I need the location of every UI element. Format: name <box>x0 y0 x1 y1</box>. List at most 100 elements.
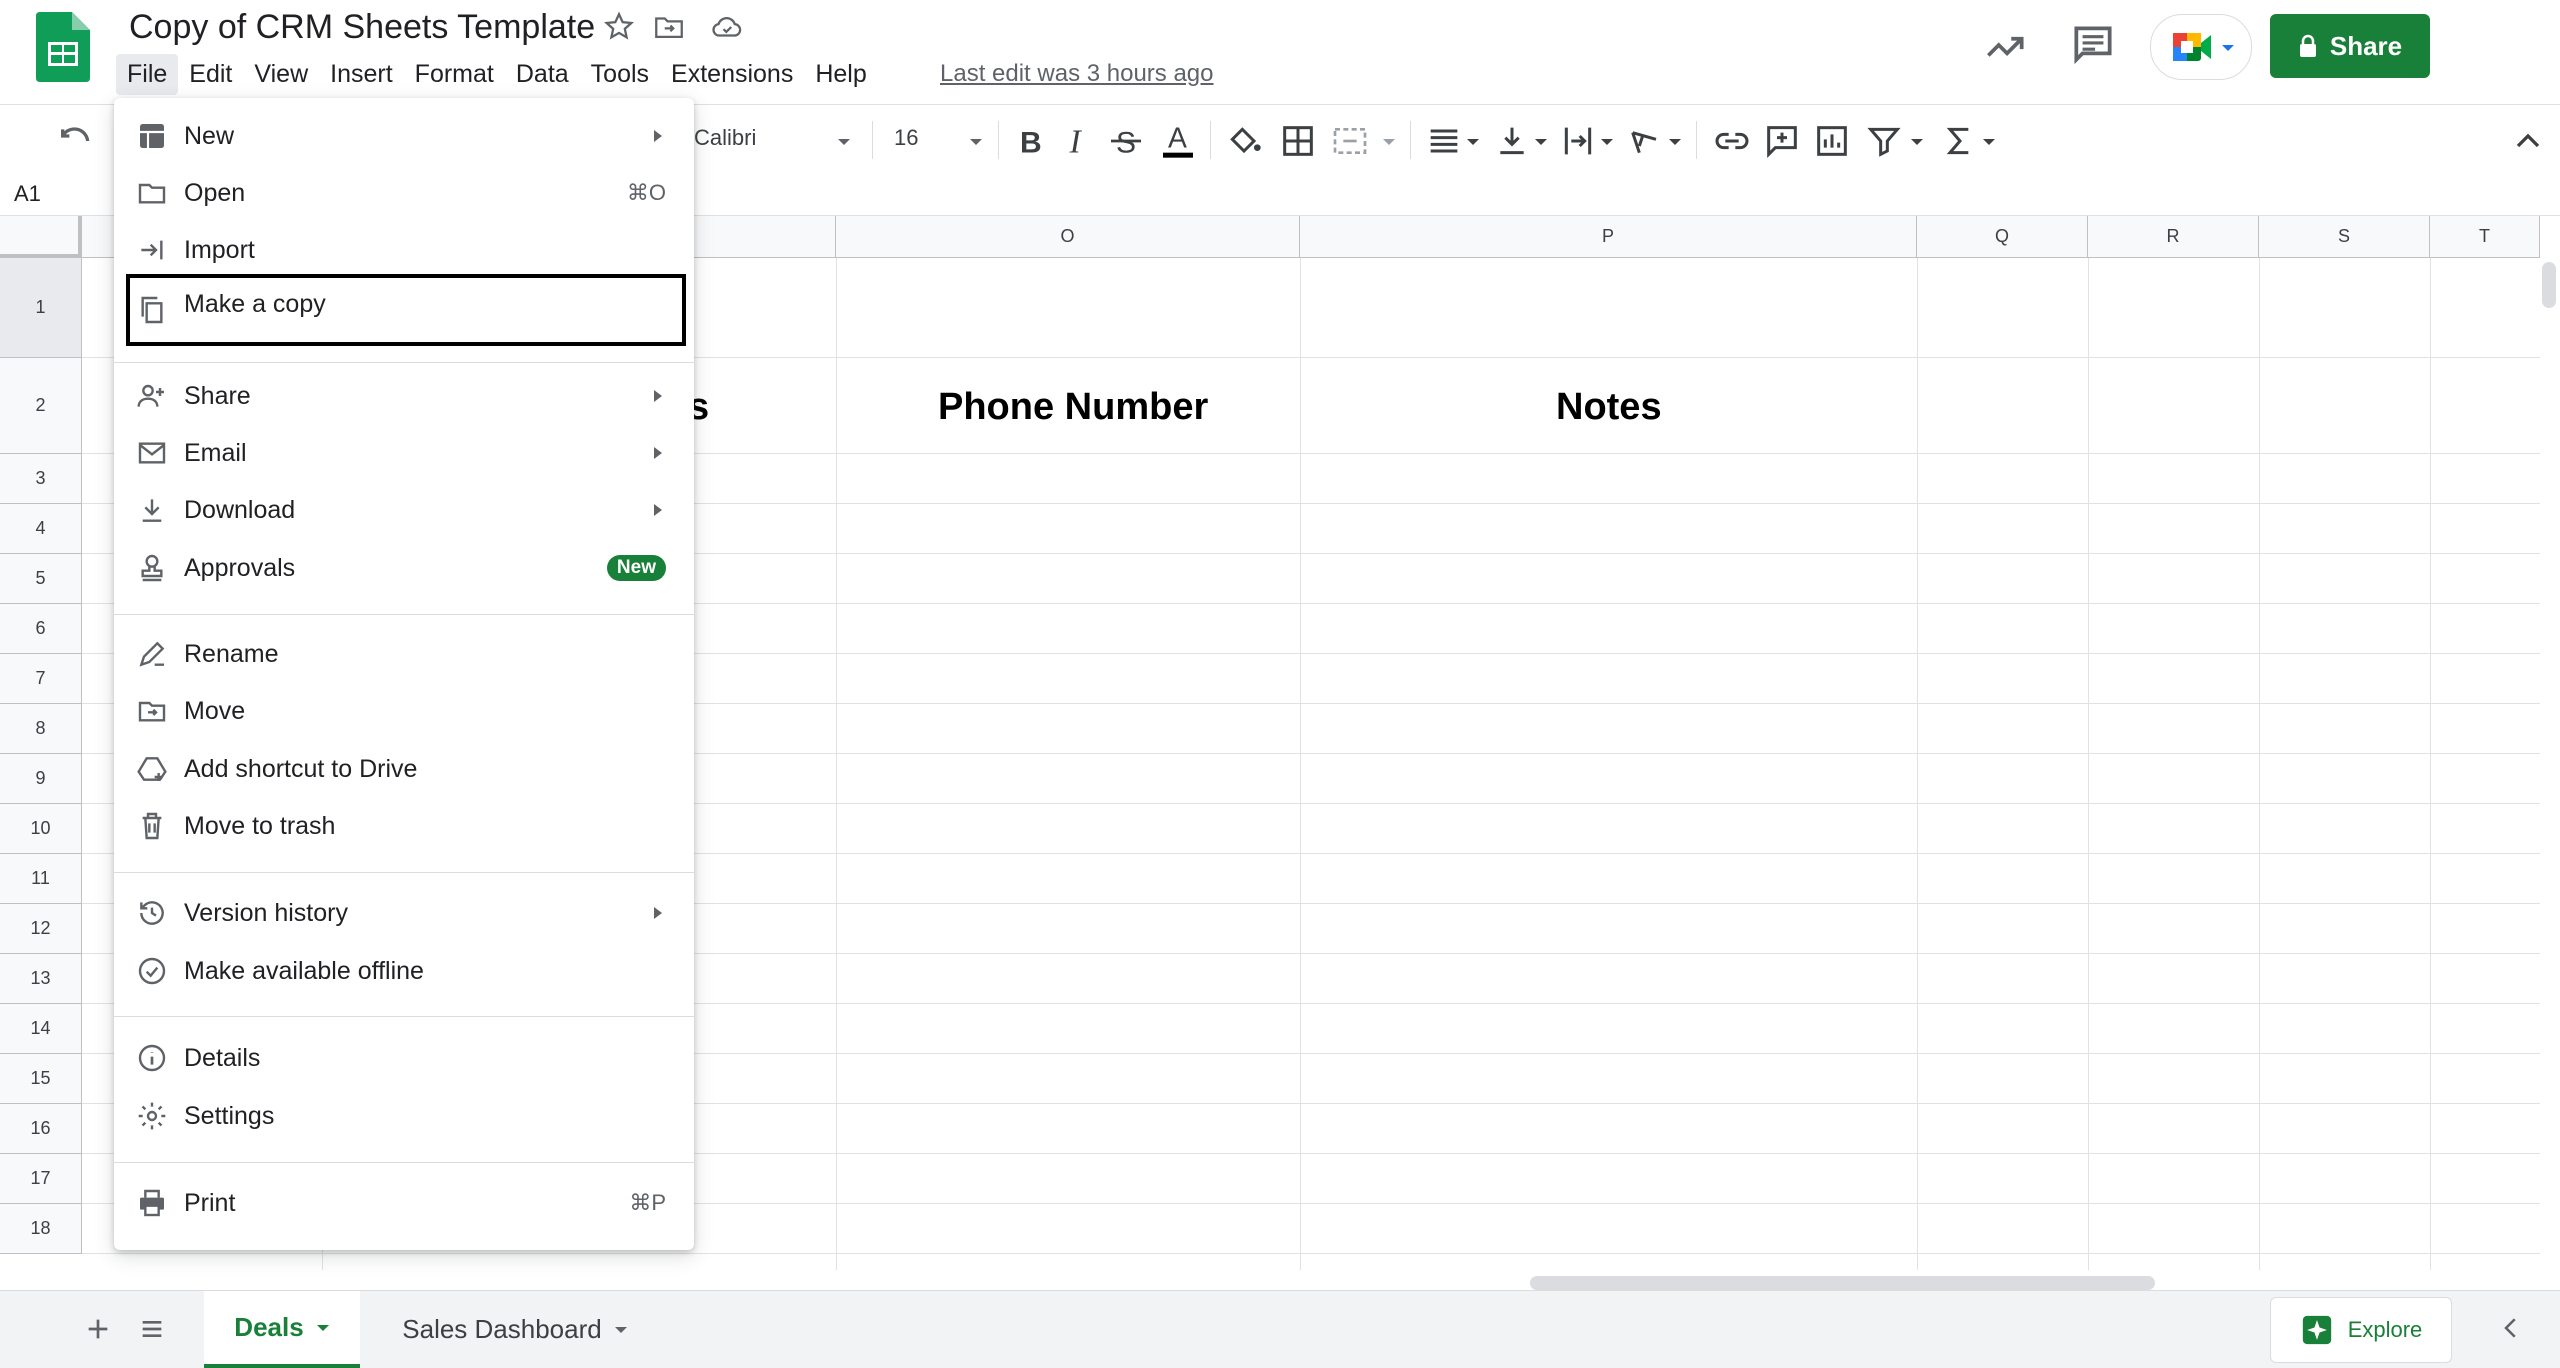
chevron-down-icon[interactable] <box>1382 137 1396 147</box>
menu-item-make-a-copy[interactable]: Make a copy <box>126 274 686 346</box>
menu-item-add-shortcut[interactable]: Add shortcut to Drive <box>114 741 694 797</box>
menu-item-move[interactable]: Move <box>114 683 694 739</box>
menu-item-email[interactable]: Email <box>114 425 694 481</box>
bold-icon[interactable]: B <box>1010 121 1050 161</box>
horizontal-align-icon[interactable] <box>1424 121 1464 161</box>
menu-item-share[interactable]: Share <box>114 368 694 424</box>
menu-item-move-to-trash[interactable]: Move to trash <box>114 798 694 854</box>
row-header-6[interactable]: 6 <box>0 604 82 654</box>
menu-edit[interactable]: Edit <box>178 54 243 95</box>
row-header-10[interactable]: 10 <box>0 804 82 854</box>
chevron-down-icon[interactable] <box>836 137 852 147</box>
menu-view[interactable]: View <box>243 54 319 95</box>
strikethrough-icon[interactable]: S <box>1106 121 1146 161</box>
insert-link-icon[interactable] <box>1712 121 1752 161</box>
share-button[interactable]: Share <box>2270 14 2430 78</box>
menu-insert[interactable]: Insert <box>319 54 404 95</box>
row-header-18[interactable]: 18 <box>0 1204 82 1254</box>
insert-comment-icon[interactable] <box>1762 121 1802 161</box>
row-header-14[interactable]: 14 <box>0 1004 82 1054</box>
menu-help[interactable]: Help <box>804 54 877 95</box>
row-header-12[interactable]: 12 <box>0 904 82 954</box>
row-header-7[interactable]: 7 <box>0 654 82 704</box>
row-header-11[interactable]: 11 <box>0 854 82 904</box>
document-title[interactable]: Copy of CRM Sheets Template <box>129 8 595 47</box>
sheets-logo-icon[interactable] <box>36 12 90 82</box>
column-header-r[interactable]: R <box>2088 216 2259 258</box>
chevron-down-icon[interactable] <box>1534 137 1548 147</box>
font-family-select[interactable]: Calibri <box>694 125 756 151</box>
undo-icon[interactable] <box>56 121 96 161</box>
row-header-4[interactable]: 4 <box>0 504 82 554</box>
menu-data[interactable]: Data <box>505 54 580 95</box>
row-header-13[interactable]: 13 <box>0 954 82 1004</box>
menu-item-new[interactable]: New <box>114 108 694 164</box>
menu-format[interactable]: Format <box>404 54 505 95</box>
font-size-select[interactable]: 16 <box>894 125 918 151</box>
menu-tools[interactable]: Tools <box>580 54 660 95</box>
chevron-left-icon[interactable] <box>2496 1313 2526 1343</box>
column-header-s[interactable]: S <box>2259 216 2430 258</box>
menu-extensions[interactable]: Extensions <box>660 54 804 95</box>
last-edit-link[interactable]: Last edit was 3 hours ago <box>940 60 1214 88</box>
chevron-down-icon[interactable] <box>968 137 984 147</box>
all-sheets-list-icon[interactable] <box>136 1313 168 1345</box>
text-wrap-icon[interactable] <box>1558 121 1598 161</box>
meet-button[interactable] <box>2150 14 2252 80</box>
functions-sigma-icon[interactable] <box>1940 121 1980 161</box>
row-header-2[interactable]: 2 <box>0 358 82 454</box>
insert-chart-icon[interactable] <box>1812 121 1852 161</box>
menu-item-rename[interactable]: Rename <box>114 626 694 682</box>
move-folder-icon[interactable] <box>652 10 686 44</box>
row-header-1[interactable]: 1 <box>0 258 82 358</box>
menu-item-approvals[interactable]: Approvals New <box>114 540 694 596</box>
activity-trend-icon[interactable] <box>1980 20 2030 70</box>
italic-icon[interactable]: I <box>1058 121 1098 161</box>
collapse-toolbar-icon[interactable] <box>2508 121 2548 161</box>
menu-item-open[interactable]: Open ⌘O <box>114 165 694 221</box>
menu-item-make-available-offline[interactable]: Make available offline <box>114 943 694 999</box>
comments-icon[interactable] <box>2068 20 2118 70</box>
column-header-q[interactable]: Q <box>1917 216 2088 258</box>
chevron-down-icon[interactable] <box>614 1325 628 1335</box>
chevron-down-icon[interactable] <box>1910 137 1924 147</box>
text-rotation-icon[interactable] <box>1626 121 1666 161</box>
menu-item-settings[interactable]: Settings <box>114 1088 694 1144</box>
row-header-3[interactable]: 3 <box>0 454 82 504</box>
menu-item-version-history[interactable]: Version history <box>114 885 694 941</box>
chevron-down-icon[interactable] <box>1982 137 1996 147</box>
text-color-icon[interactable]: A <box>1158 121 1198 161</box>
cell-phone-number-header[interactable]: Phone Number <box>938 386 1208 429</box>
row-header-9[interactable]: 9 <box>0 754 82 804</box>
sheet-tab-deals[interactable]: Deals <box>204 1291 360 1368</box>
sheet-tab-sales-dashboard[interactable]: Sales Dashboard <box>370 1291 660 1368</box>
name-box[interactable]: A1 <box>14 181 41 207</box>
row-header-15[interactable]: 15 <box>0 1054 82 1104</box>
row-header-5[interactable]: 5 <box>0 554 82 604</box>
merge-cells-icon[interactable] <box>1330 121 1370 161</box>
row-header-17[interactable]: 17 <box>0 1154 82 1204</box>
chevron-down-icon[interactable] <box>1600 137 1614 147</box>
row-header-8[interactable]: 8 <box>0 704 82 754</box>
filter-icon[interactable] <box>1864 121 1904 161</box>
cell-notes-header[interactable]: Notes <box>1556 386 1662 429</box>
star-icon[interactable] <box>602 10 636 44</box>
horizontal-scrollbar[interactable] <box>1530 1276 2155 1290</box>
menu-item-details[interactable]: Details <box>114 1030 694 1086</box>
vertical-align-icon[interactable] <box>1492 121 1532 161</box>
chevron-down-icon[interactable] <box>1668 137 1682 147</box>
explore-button[interactable]: Explore <box>2270 1297 2452 1363</box>
borders-icon[interactable] <box>1278 121 1318 161</box>
fill-color-icon[interactable] <box>1224 121 1264 161</box>
select-all-corner[interactable] <box>0 216 82 258</box>
add-sheet-icon[interactable] <box>82 1313 114 1345</box>
column-header-t[interactable]: T <box>2430 216 2540 258</box>
menu-item-print[interactable]: Print ⌘P <box>114 1175 694 1231</box>
menu-item-download[interactable]: Download <box>114 482 694 538</box>
chevron-down-icon[interactable] <box>1466 137 1480 147</box>
menu-file[interactable]: File <box>116 53 179 95</box>
vertical-scrollbar[interactable] <box>2542 262 2556 308</box>
menu-item-import[interactable]: Import <box>114 222 694 278</box>
chevron-down-icon[interactable] <box>316 1323 330 1333</box>
column-header-p[interactable]: P <box>1300 216 1917 258</box>
